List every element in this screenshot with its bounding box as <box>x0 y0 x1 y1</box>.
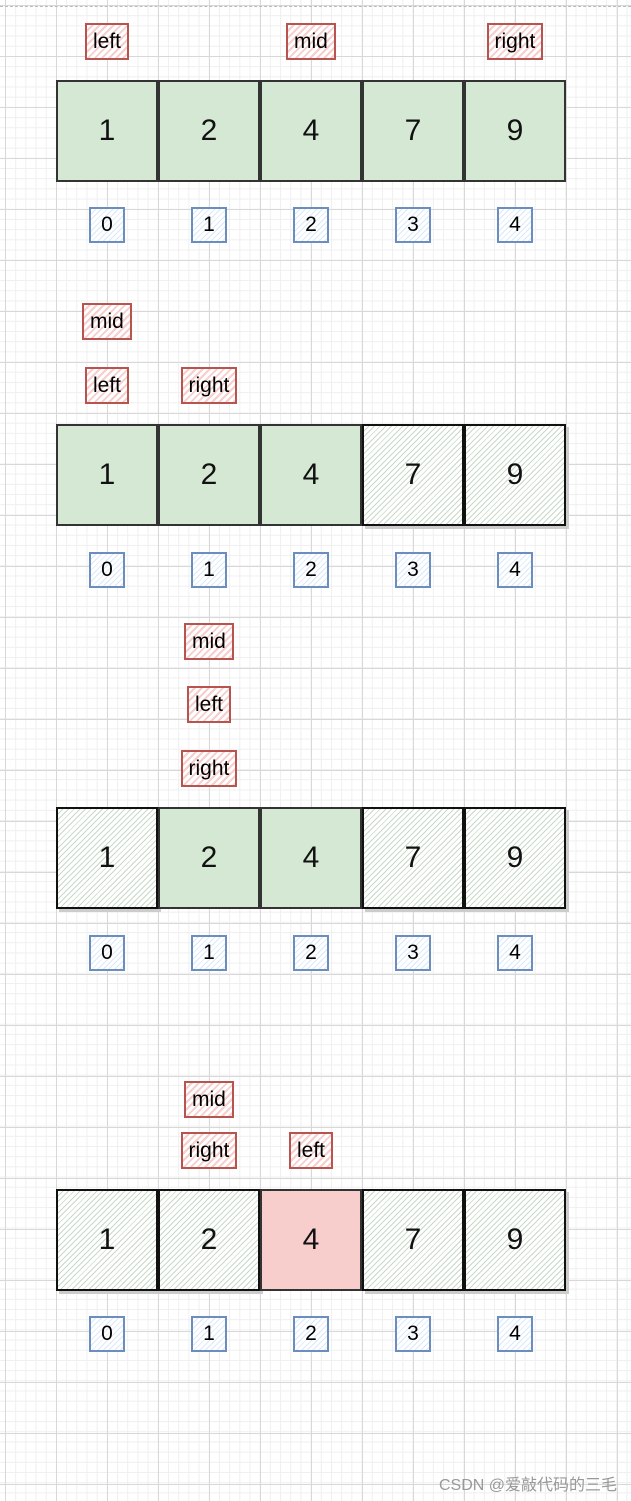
index-label: 1 <box>191 935 227 971</box>
index-label: 0 <box>89 207 125 243</box>
index-label: 2 <box>293 207 329 243</box>
pointer-left: left <box>289 1132 334 1169</box>
array-cell: 1 <box>56 807 158 909</box>
index-label: 2 <box>293 935 329 971</box>
array-cell: 9 <box>464 80 566 182</box>
index-label: 4 <box>497 935 533 971</box>
pointer-left: left <box>85 367 130 404</box>
index-label: 4 <box>497 207 533 243</box>
array-cell: 1 <box>56 424 158 526</box>
index-label: 1 <box>191 1316 227 1352</box>
pointer-mid: mid <box>286 23 336 60</box>
array-cell: 4 <box>260 424 362 526</box>
pointer-mid: mid <box>184 1081 234 1118</box>
pointer-right: right <box>486 23 544 60</box>
index-label: 3 <box>395 207 431 243</box>
array-cell: 4 <box>260 80 362 182</box>
page-boundary-line <box>0 6 631 7</box>
index-label: 4 <box>497 552 533 588</box>
array-cell: 4 <box>260 1189 362 1291</box>
array-cell: 2 <box>158 807 260 909</box>
pointer-left: left <box>187 686 232 723</box>
array-cell: 7 <box>362 424 464 526</box>
array-cell: 1 <box>56 80 158 182</box>
index-label: 4 <box>497 1316 533 1352</box>
array-cell: 7 <box>362 80 464 182</box>
array-cell: 7 <box>362 1189 464 1291</box>
index-label: 0 <box>89 935 125 971</box>
array-cell: 9 <box>464 1189 566 1291</box>
pointer-right: right <box>180 1132 238 1169</box>
array-cell: 9 <box>464 424 566 526</box>
index-label: 3 <box>395 552 431 588</box>
array-cell: 7 <box>362 807 464 909</box>
array-cell: 4 <box>260 807 362 909</box>
array-cell: 2 <box>158 424 260 526</box>
pointer-mid: mid <box>82 303 132 340</box>
array-cell: 1 <box>56 1189 158 1291</box>
index-label: 2 <box>293 1316 329 1352</box>
pointer-right: right <box>180 750 238 787</box>
index-label: 0 <box>89 1316 125 1352</box>
array-cell: 9 <box>464 807 566 909</box>
index-label: 1 <box>191 207 227 243</box>
index-label: 3 <box>395 1316 431 1352</box>
pointer-left: left <box>85 23 130 60</box>
watermark: CSDN @爱敲代码的三毛 <box>438 1477 617 1494</box>
array-cell: 2 <box>158 1189 260 1291</box>
pointer-right: right <box>180 367 238 404</box>
index-label: 2 <box>293 552 329 588</box>
array-cell: 2 <box>158 80 260 182</box>
index-label: 1 <box>191 552 227 588</box>
pointer-mid: mid <box>184 623 234 660</box>
index-label: 3 <box>395 935 431 971</box>
index-label: 0 <box>89 552 125 588</box>
